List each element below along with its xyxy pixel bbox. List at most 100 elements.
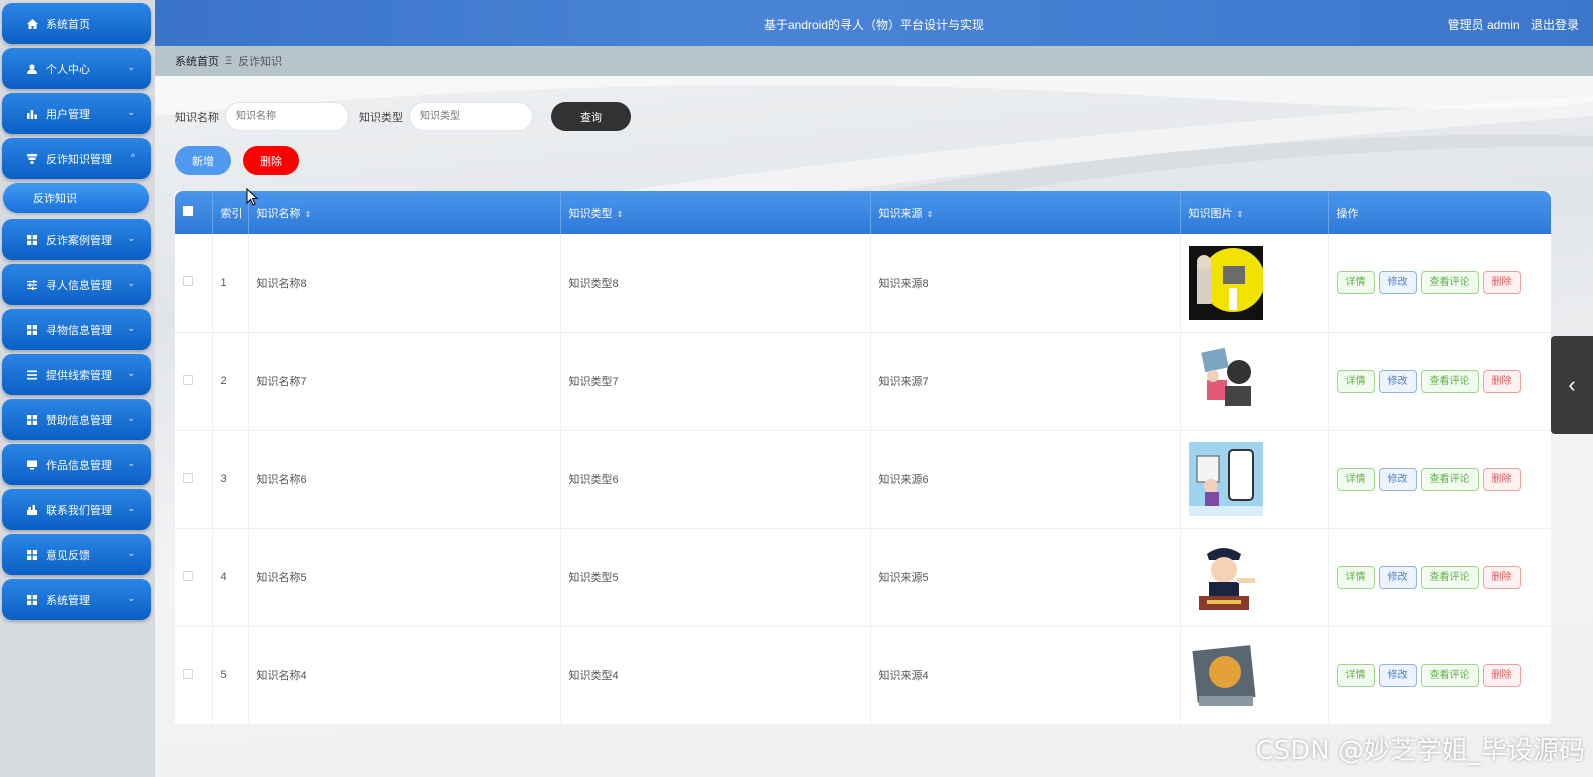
edit-button[interactable]: 修改 (1378, 663, 1417, 687)
logout-link[interactable]: 退出登录 (1531, 18, 1579, 32)
table-row: 5 知识名称4 知识类型4 知识来源4 详情 修改 查看评论 删除 (175, 626, 1551, 725)
row-select-cell[interactable] (175, 234, 213, 333)
header-type-label: 知识类型 (568, 207, 613, 220)
header-type[interactable]: 知识类型 ⇕ (560, 191, 871, 234)
name-search-input[interactable] (225, 102, 349, 131)
cell-type: 知识类型4 (560, 626, 871, 725)
row-delete-button[interactable]: 删除 (1482, 663, 1521, 687)
chevron-down-icon: ⌄ (127, 233, 135, 243)
edit-button[interactable]: 修改 (1378, 565, 1417, 589)
view-comments-button[interactable]: 查看评论 (1420, 369, 1479, 393)
row-checkbox[interactable] (183, 570, 193, 581)
row-checkbox[interactable] (183, 276, 193, 287)
person-icon (24, 63, 40, 74)
chevron-down-icon: ⌄ (127, 593, 135, 603)
table-header-row: 索引 知识名称 ⇕ 知识类型 ⇕ 知识来源 ⇕ 知识图片 ⇕ 操作 (175, 191, 1551, 234)
type-search-input[interactable] (409, 102, 533, 131)
cell-source: 知识来源6 (870, 430, 1181, 529)
detail-button[interactable]: 详情 (1336, 565, 1375, 589)
view-comments-button[interactable]: 查看评论 (1420, 565, 1479, 589)
cell-source: 知识来源5 (870, 528, 1181, 627)
sidebar-item-users[interactable]: 用户管理 ⌄ (2, 93, 151, 134)
filter-icon (24, 153, 40, 164)
breadcrumb-separator: Ξ (225, 55, 233, 67)
detail-button[interactable]: 详情 (1336, 369, 1375, 393)
collapse-panel-button[interactable]: ‹ (1551, 336, 1593, 434)
sidebar-item-profile[interactable]: 个人中心 ⌄ (2, 48, 151, 89)
table-row: 1 知识名称8 知识类型8 知识来源8 详情 修改 查看评论 删除 (175, 234, 1551, 333)
row-delete-button[interactable]: 删除 (1482, 467, 1521, 491)
breadcrumb-home[interactable]: 系统首页 (175, 53, 219, 69)
row-delete-button[interactable]: 删除 (1482, 271, 1521, 295)
breadcrumb: 系统首页 Ξ 反诈知识 (155, 46, 1593, 76)
row-checkbox[interactable] (183, 472, 193, 483)
edit-button[interactable]: 修改 (1378, 271, 1417, 295)
cell-index: 3 (212, 430, 249, 529)
view-comments-button[interactable]: 查看评论 (1420, 467, 1479, 491)
header-source[interactable]: 知识来源 ⇕ (870, 191, 1181, 234)
header-image[interactable]: 知识图片 ⇕ (1180, 191, 1329, 234)
detail-button[interactable]: 详情 (1336, 271, 1375, 295)
select-all-checkbox[interactable] (183, 206, 193, 216)
row-checkbox[interactable] (183, 374, 193, 385)
sidebar-item-fraud-cases[interactable]: 反诈案例管理 ⌄ (2, 219, 151, 260)
row-select-cell[interactable] (175, 528, 213, 627)
cell-ops: 详情 修改 查看评论 删除 (1328, 234, 1551, 333)
sidebar-item-works[interactable]: 作品信息管理 ⌄ (2, 444, 151, 485)
add-button[interactable]: 新增 (175, 146, 231, 175)
row-checkbox[interactable] (183, 668, 193, 679)
select-all-cell[interactable] (175, 191, 213, 234)
submenu-item-antifraud[interactable]: 反诈知识 (3, 183, 149, 213)
detail-button[interactable]: 详情 (1336, 663, 1375, 687)
sidebar-item-system[interactable]: 系统管理 ⌄ (2, 579, 151, 620)
query-button[interactable]: 查询 (551, 102, 631, 131)
sidebar-item-sponsorship[interactable]: 赞助信息管理 ⌄ (2, 399, 151, 440)
cell-source: 知识来源8 (870, 234, 1181, 333)
edit-button[interactable]: 修改 (1378, 369, 1417, 393)
view-comments-button[interactable]: 查看评论 (1420, 663, 1479, 687)
grid-icon (24, 324, 40, 335)
cell-ops: 详情 修改 查看评论 删除 (1328, 332, 1551, 431)
sidebar-item-missing-persons[interactable]: 寻人信息管理 ⌄ (2, 264, 151, 305)
chevron-down-icon: ⌄ (127, 368, 135, 378)
knowledge-thumbnail-image (1188, 638, 1263, 712)
sidebar-item-label: 意见反馈 (46, 549, 90, 562)
cell-name: 知识名称7 (248, 332, 561, 431)
sort-icon[interactable]: ⇕ (1237, 210, 1244, 219)
sort-icon[interactable]: ⇕ (927, 210, 934, 219)
sidebar-item-feedback[interactable]: 意见反馈 ⌄ (2, 534, 151, 575)
sidebar-item-lost-items[interactable]: 寻物信息管理 ⌄ (2, 309, 151, 350)
home-icon (24, 18, 40, 29)
list-icon (24, 370, 40, 380)
row-delete-button[interactable]: 删除 (1482, 369, 1521, 393)
cell-image (1180, 528, 1329, 627)
row-select-cell[interactable] (175, 430, 213, 529)
user-label: 管理员 admin (1447, 18, 1520, 32)
delete-button[interactable]: 删除 (243, 146, 299, 175)
knowledge-thumbnail-image (1188, 442, 1263, 516)
cell-ops: 详情 修改 查看评论 删除 (1328, 430, 1551, 529)
monitor-icon (24, 460, 40, 470)
grid-icon (24, 594, 40, 605)
sort-icon[interactable]: ⇕ (305, 210, 312, 219)
row-select-cell[interactable] (175, 332, 213, 431)
cell-source: 知识来源4 (870, 626, 1181, 725)
sidebar-item-contact[interactable]: 联系我们管理 ⌄ (2, 489, 151, 530)
edit-button[interactable]: 修改 (1378, 467, 1417, 491)
sort-icon[interactable]: ⇕ (617, 210, 624, 219)
sidebar-item-antifraud-knowledge[interactable]: 反诈知识管理 ^ (2, 138, 151, 179)
cell-type: 知识类型7 (560, 332, 871, 431)
header-index-label: 索引 (220, 207, 243, 220)
view-comments-button[interactable]: 查看评论 (1420, 271, 1479, 295)
header-name[interactable]: 知识名称 ⇕ (248, 191, 561, 234)
table-row: 4 知识名称5 知识类型5 知识来源5 详情 修改 查看评论 删除 (175, 528, 1551, 627)
detail-button[interactable]: 详情 (1336, 467, 1375, 491)
row-delete-button[interactable]: 删除 (1482, 565, 1521, 589)
row-select-cell[interactable] (175, 626, 213, 725)
header-index: 索引 (212, 191, 249, 234)
knowledge-thumbnail-image (1188, 344, 1263, 418)
sidebar-item-home[interactable]: 系统首页 (2, 3, 151, 44)
sidebar-item-clues[interactable]: 提供线索管理 ⌄ (2, 354, 151, 395)
breadcrumb-current: 反诈知识 (238, 56, 283, 68)
header-source-label: 知识来源 (878, 207, 923, 220)
